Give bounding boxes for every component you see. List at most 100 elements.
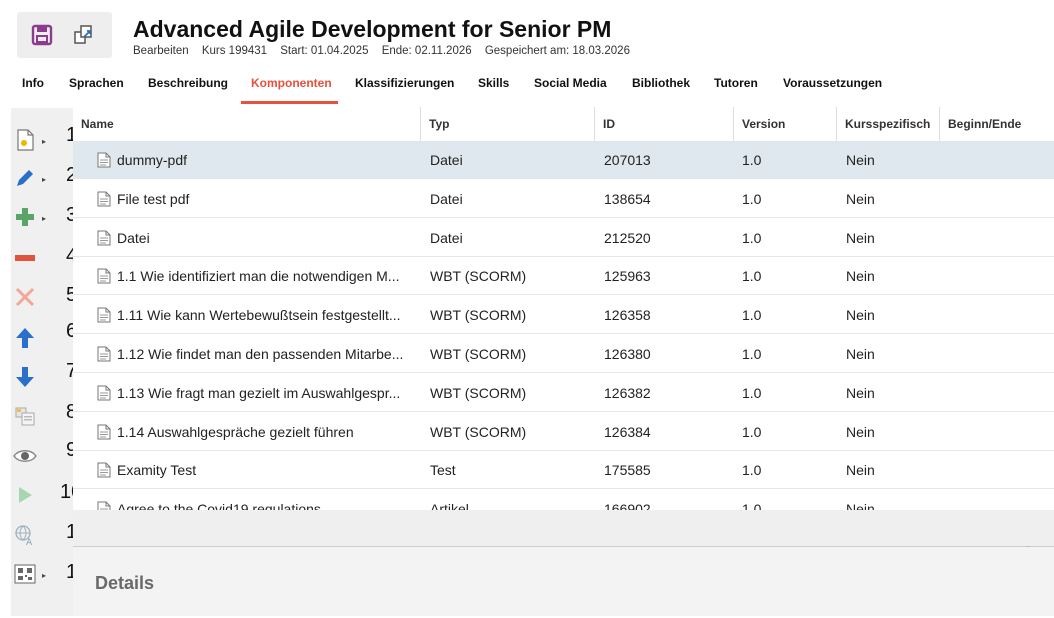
move-down-arrow-icon xyxy=(16,367,34,387)
cell-kursspezifisch: Nein xyxy=(846,152,875,168)
delete-button[interactable] xyxy=(12,284,38,310)
cell-typ: WBT (SCORM) xyxy=(430,423,527,440)
tab-voraussetzungen[interactable]: Voraussetzungen xyxy=(783,76,882,90)
file-icon xyxy=(97,307,111,323)
cell-id: 125963 xyxy=(604,268,651,285)
table-row[interactable]: 1.11 Wie kann Wertebewußtsein festgestel… xyxy=(73,296,1054,335)
table-row[interactable]: 1.14 Auswahlgespräche gezielt führen WBT … xyxy=(73,413,1054,451)
add-button[interactable] xyxy=(12,204,38,230)
preview-button[interactable] xyxy=(12,443,38,469)
cell-typ: WBT (SCORM) xyxy=(430,384,527,401)
cell-version: 1.0 xyxy=(742,423,762,440)
export-icon xyxy=(74,25,92,44)
active-tab-indicator xyxy=(241,101,338,104)
cell-kursspezifisch: Nein xyxy=(846,307,875,324)
column-header-id[interactable]: ID xyxy=(595,107,734,141)
cell-typ: Test xyxy=(430,462,456,479)
copy-components-button[interactable] xyxy=(12,403,38,429)
file-icon xyxy=(97,152,111,168)
mode-label: Bearbeiten xyxy=(133,45,189,57)
cell-kursspezifisch: Nein xyxy=(846,346,875,362)
move-down-button[interactable] xyxy=(12,364,38,390)
horizontal-scroll-area[interactable] xyxy=(73,510,1054,547)
page-title: Advanced Agile Development for Senior PM xyxy=(133,16,612,42)
cell-kursspezifisch: Nein xyxy=(846,190,875,207)
tab-tutoren[interactable]: Tutoren xyxy=(714,76,758,90)
column-header-typ[interactable]: Typ xyxy=(421,107,595,141)
cell-typ: Datei xyxy=(430,190,463,207)
tab-komponenten[interactable]: Komponenten xyxy=(251,76,332,90)
export-button[interactable] xyxy=(69,20,99,50)
cell-id: 126384 xyxy=(604,423,651,440)
cell-version: 1.0 xyxy=(742,152,762,168)
edit-dropdown-caret[interactable]: ▸ xyxy=(42,175,46,184)
play-button[interactable] xyxy=(12,482,38,508)
remove-minus-icon xyxy=(15,255,35,261)
table-row[interactable]: 1.12 Wie findet man den passenden Mitarb… xyxy=(73,335,1054,373)
edit-button[interactable] xyxy=(12,165,38,191)
cell-kursspezifisch: Nein xyxy=(846,384,875,401)
translate-icon: A xyxy=(15,525,33,546)
table-row[interactable]: Examity Test Test 175585 1.0 Nein xyxy=(73,451,1054,490)
cell-kursspezifisch: Nein xyxy=(846,268,875,285)
file-icon xyxy=(97,385,111,401)
file-icon xyxy=(97,346,111,362)
translate-button[interactable]: A xyxy=(12,522,38,548)
file-icon xyxy=(97,191,111,207)
add-plus-icon xyxy=(16,208,34,226)
move-up-button[interactable] xyxy=(12,325,38,351)
course-meta: Bearbeiten Kurs 199431 Start: 01.04.2025… xyxy=(133,45,640,57)
column-header-kursspezifisch[interactable]: Kursspezifisch xyxy=(837,107,940,141)
tab-info[interactable]: Info xyxy=(22,76,44,90)
saved-date: Gespeichert am: 18.03.2026 xyxy=(484,45,630,57)
cell-typ: Datei xyxy=(430,152,463,168)
column-header-version[interactable]: Version xyxy=(734,107,837,141)
start-date: Start: 01.04.2025 xyxy=(280,45,369,57)
cell-name: 1.13 Wie fragt man gezielt im Auswahlges… xyxy=(117,384,401,401)
column-header-beginn-ende[interactable]: Beginn/Ende xyxy=(940,107,1054,141)
cell-id: 212520 xyxy=(604,229,651,246)
cell-id: 138654 xyxy=(604,190,651,207)
cell-kursspezifisch: Nein xyxy=(846,229,875,246)
file-icon xyxy=(97,462,111,478)
cell-version: 1.0 xyxy=(742,346,762,362)
cell-id: 126380 xyxy=(604,346,651,362)
cell-typ: WBT (SCORM) xyxy=(430,307,527,324)
table-row[interactable]: File test pdf Datei 138654 1.0 Nein xyxy=(73,180,1054,218)
save-button[interactable] xyxy=(27,20,57,50)
svg-text:A: A xyxy=(26,538,33,546)
delete-x-icon xyxy=(15,287,35,307)
tab-sprachen[interactable]: Sprachen xyxy=(69,76,124,90)
edit-pencil-icon xyxy=(17,170,33,186)
tab-bibliothek[interactable]: Bibliothek xyxy=(632,76,690,90)
details-panel xyxy=(73,547,1054,616)
cell-name: dummy-pdf xyxy=(117,152,188,168)
tab-social-media[interactable]: Social Media xyxy=(534,76,607,90)
qr-code-button[interactable] xyxy=(12,561,38,587)
qr-dropdown-caret[interactable]: ▸ xyxy=(42,571,46,580)
new-dropdown-caret[interactable]: ▸ xyxy=(42,137,46,146)
cell-id: 207013 xyxy=(604,152,651,168)
remove-button[interactable] xyxy=(12,245,38,271)
table-row[interactable]: 1.1 Wie identifiziert man die notwendige… xyxy=(73,257,1054,296)
cell-name: 1.11 Wie kann Wertebewußtsein festgestel… xyxy=(117,307,401,324)
table-row[interactable]: 1.13 Wie fragt man gezielt im Auswahlges… xyxy=(73,374,1054,412)
add-dropdown-caret[interactable]: ▸ xyxy=(42,214,46,223)
tab-klassifizierungen[interactable]: Klassifizierungen xyxy=(355,76,454,90)
details-title: Details xyxy=(95,573,155,593)
column-header-name[interactable]: Name xyxy=(73,107,421,141)
table-row[interactable]: dummy-pdf Datei 207013 1.0 Nein xyxy=(73,141,1054,179)
qr-code-icon xyxy=(14,564,36,584)
tab-beschreibung[interactable]: Beschreibung xyxy=(148,76,228,90)
tab-skills[interactable]: Skills xyxy=(478,76,509,90)
table-header: Name Typ ID Version Kursspezifisch Begin… xyxy=(73,107,1054,142)
play-icon xyxy=(19,487,32,503)
cell-typ: WBT (SCORM) xyxy=(430,346,527,362)
table-row[interactable]: Datei Datei 212520 1.0 Nein xyxy=(73,219,1054,257)
new-component-button[interactable] xyxy=(12,127,38,153)
cell-version: 1.0 xyxy=(742,268,762,285)
cell-name: 1.14 Auswahlgespräche gezielt führen xyxy=(117,423,354,440)
cell-version: 1.0 xyxy=(742,190,762,207)
cell-version: 1.0 xyxy=(742,307,762,324)
copy-components-icon xyxy=(15,407,35,426)
